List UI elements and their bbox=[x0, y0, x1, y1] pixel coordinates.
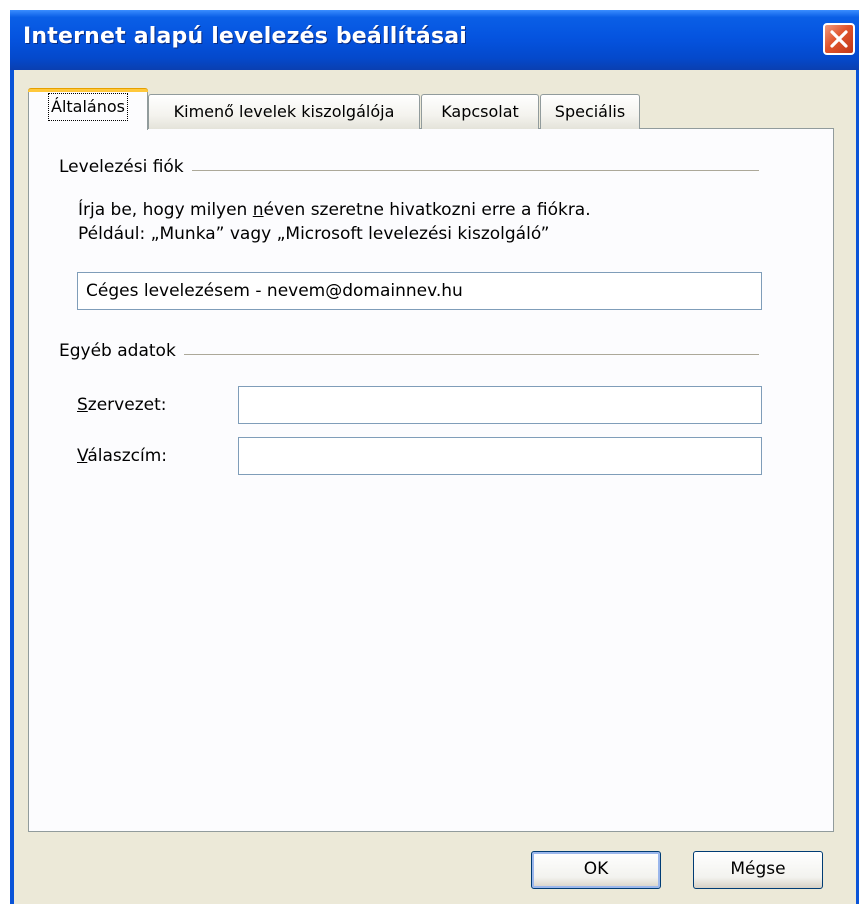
account-description-line2: Például: „Munka” vagy „Microsoft levelez… bbox=[78, 224, 550, 244]
reply-address-label: Válaszcím: bbox=[77, 446, 168, 466]
tab-connection[interactable]: Kapcsolat bbox=[421, 94, 539, 129]
tab-general-label: Általános bbox=[48, 93, 128, 121]
cancel-button[interactable]: Mégse bbox=[693, 851, 823, 889]
tab-advanced-label: Speciális bbox=[554, 102, 626, 121]
tab-connection-label: Kapcsolat bbox=[441, 102, 519, 121]
ok-button[interactable]: OK bbox=[531, 851, 661, 889]
dialog-window: Internet alapú levelezés beállításai Ált… bbox=[10, 10, 859, 904]
tab-outgoing-server-label: Kimenő levelek kiszolgálója bbox=[173, 102, 395, 121]
account-name-input[interactable]: Céges levelezésem - nevem@domainnev.hu bbox=[77, 272, 762, 310]
title-bar[interactable]: Internet alapú levelezés beállításai bbox=[10, 10, 859, 70]
organization-label: Szervezet: bbox=[77, 395, 167, 415]
tab-outgoing-server[interactable]: Kimenő levelek kiszolgálója bbox=[148, 94, 420, 129]
organization-input[interactable] bbox=[238, 386, 762, 424]
other-group-label: Egyéb adatok bbox=[59, 341, 184, 361]
close-x-icon bbox=[830, 30, 848, 48]
dialog-client-area: Általános Kimenő levelek kiszolgálója Ka… bbox=[14, 70, 856, 904]
close-button[interactable] bbox=[823, 23, 855, 55]
account-description-line1: Írja be, hogy milyen néven szeretne hiva… bbox=[78, 200, 591, 220]
tab-general[interactable]: Általános bbox=[28, 88, 148, 130]
account-group-label: Levelezési fiók bbox=[59, 157, 192, 177]
tab-panel-general: Levelezési fiók Írja be, hogy milyen név… bbox=[28, 128, 834, 832]
reply-address-input[interactable] bbox=[238, 437, 762, 475]
window-title: Internet alapú levelezés beállításai bbox=[23, 24, 468, 49]
tab-advanced[interactable]: Speciális bbox=[540, 94, 640, 129]
